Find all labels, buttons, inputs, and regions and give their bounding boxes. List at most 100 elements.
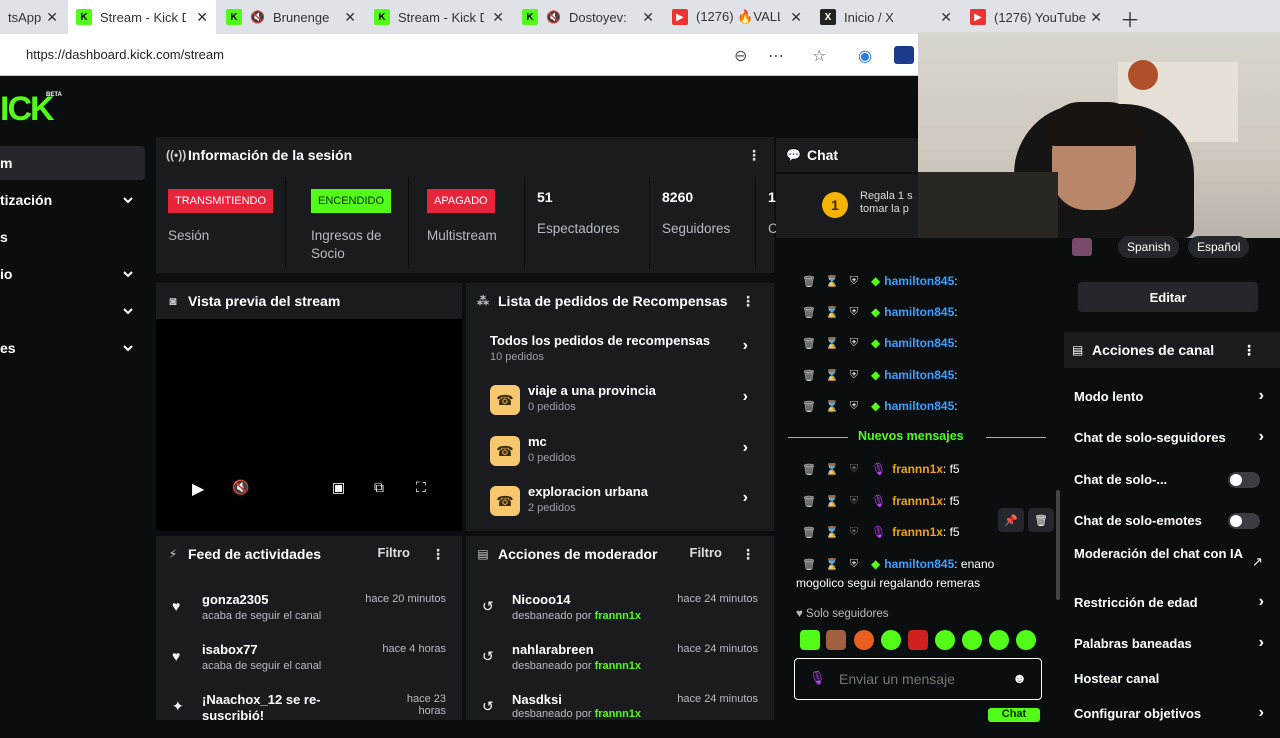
action-followers-only[interactable]: Chat de solo-seguidores › bbox=[1074, 428, 1270, 445]
action-slow-mode[interactable]: Modo lento › bbox=[1074, 387, 1270, 404]
browser-tab[interactable]: ▶ (1276) YouTube ✕ bbox=[962, 0, 1110, 34]
read-aloud-icon[interactable]: ◉ bbox=[858, 46, 872, 66]
reward-item[interactable]: ☎ mc 0 pedidos › bbox=[466, 430, 774, 480]
kebab-menu-icon[interactable]: ⋮ bbox=[741, 546, 755, 563]
kebab-menu-icon[interactable]: ⋮ bbox=[741, 293, 755, 310]
timeout-icon[interactable]: ⌛ bbox=[825, 558, 839, 571]
shield-icon[interactable]: ⛨ bbox=[848, 495, 860, 508]
nav-item-4[interactable]: io bbox=[0, 257, 145, 291]
shield-icon[interactable]: ⛨ bbox=[848, 463, 860, 476]
delete-icon[interactable]: 🗑 bbox=[802, 463, 816, 476]
shield-icon[interactable]: ⛨ bbox=[848, 526, 860, 539]
delete-icon[interactable]: 🗑 bbox=[802, 495, 816, 508]
shield-icon[interactable]: ⛨ bbox=[848, 369, 860, 382]
pin-icon[interactable]: 📌 bbox=[998, 508, 1024, 532]
emote-icon[interactable] bbox=[1016, 630, 1036, 650]
close-tab-icon[interactable]: ✕ bbox=[940, 9, 952, 26]
delete-icon[interactable]: 🗑 bbox=[802, 275, 816, 288]
close-tab-icon[interactable]: ✕ bbox=[344, 9, 356, 26]
chat-input[interactable] bbox=[839, 668, 999, 690]
timeout-icon[interactable]: ⌛ bbox=[825, 495, 839, 508]
nav-item-5[interactable] bbox=[0, 294, 145, 328]
bookmark-star-icon[interactable]: ☆ bbox=[812, 46, 826, 66]
zoom-icon[interactable]: ⊖ bbox=[734, 46, 747, 66]
delete-icon[interactable]: 🗑 bbox=[802, 306, 816, 319]
mute-icon[interactable]: 🔇 bbox=[232, 479, 249, 496]
address-bar[interactable]: https://dashboard.kick.com/stream ⊖ ⋯ ☆ … bbox=[0, 34, 920, 76]
theater-icon[interactable]: ▣ bbox=[332, 479, 345, 496]
nav-item-3[interactable]: s bbox=[0, 220, 145, 254]
emote-icon[interactable] bbox=[800, 630, 820, 650]
nav-item-stream[interactable]: m bbox=[0, 146, 145, 180]
kebab-menu-icon[interactable]: ⋮ bbox=[1242, 342, 1256, 359]
more-icon[interactable]: ⋯ bbox=[768, 46, 784, 66]
timeout-icon[interactable]: ⌛ bbox=[825, 463, 839, 476]
timeout-icon[interactable]: ⌛ bbox=[825, 306, 839, 319]
chat-input-box[interactable]: 🎙 ☻ bbox=[794, 658, 1042, 700]
emote-icon[interactable] bbox=[962, 630, 982, 650]
emote-icon[interactable] bbox=[935, 630, 955, 650]
emote-icon[interactable] bbox=[989, 630, 1009, 650]
browser-tab[interactable]: ▶ (1276) 🔥VALLE ✕ bbox=[664, 0, 810, 34]
action-subs-only[interactable]: Chat de solo-... bbox=[1074, 472, 1270, 488]
emote-icon[interactable] bbox=[881, 630, 901, 650]
delete-icon[interactable]: 🗑 bbox=[802, 337, 816, 350]
url-text[interactable]: https://dashboard.kick.com/stream bbox=[26, 47, 224, 62]
shield-icon[interactable]: ⛨ bbox=[848, 337, 860, 350]
emoji-icon[interactable]: ☻ bbox=[1012, 670, 1027, 686]
shield-icon[interactable]: ⛨ bbox=[848, 558, 860, 571]
timeout-icon[interactable]: ⌛ bbox=[825, 400, 839, 413]
close-tab-icon[interactable]: ✕ bbox=[642, 9, 654, 26]
fullscreen-icon[interactable]: ⛶ bbox=[416, 479, 426, 496]
kebab-menu-icon[interactable]: ⋮ bbox=[431, 546, 445, 563]
timeout-icon[interactable]: ⌛ bbox=[825, 526, 839, 539]
play-icon[interactable]: ▶ bbox=[192, 479, 204, 499]
emote-icon[interactable] bbox=[854, 630, 874, 650]
toggle-switch[interactable] bbox=[1228, 513, 1260, 529]
close-tab-icon[interactable]: ✕ bbox=[196, 9, 208, 26]
rewards-all-row[interactable]: Todos los pedidos de recompensas 10 pedi… bbox=[466, 331, 774, 381]
browser-tab[interactable]: tsApp ✕ bbox=[0, 0, 66, 34]
new-tab-button[interactable]: ＋ bbox=[1120, 4, 1140, 33]
emote-icon[interactable] bbox=[826, 630, 846, 650]
filter-button[interactable]: Filtro bbox=[378, 545, 411, 560]
tag-chip[interactable]: Spanish bbox=[1118, 236, 1180, 258]
shield-icon[interactable]: ⛨ bbox=[848, 400, 860, 413]
close-tab-icon[interactable]: ✕ bbox=[790, 9, 802, 26]
shield-icon[interactable]: ⛨ bbox=[848, 306, 860, 319]
timeout-icon[interactable]: ⌛ bbox=[825, 369, 839, 382]
timeout-icon[interactable]: ⌛ bbox=[825, 337, 839, 350]
nav-item-6[interactable]: es bbox=[0, 331, 145, 365]
browser-tab[interactable]: X Inicio / X ✕ bbox=[812, 0, 960, 34]
kebab-menu-icon[interactable]: ⋮ bbox=[747, 147, 761, 164]
filter-button[interactable]: Filtro bbox=[690, 545, 723, 560]
external-link-icon[interactable]: ↗ bbox=[1252, 554, 1263, 570]
browser-tab-active[interactable]: K Stream - Kick D ✕ bbox=[68, 0, 216, 34]
close-tab-icon[interactable]: ✕ bbox=[46, 9, 58, 26]
action-host-channel[interactable]: Hostear canal bbox=[1074, 671, 1270, 686]
browser-tab[interactable]: K Stream - Kick D ✕ bbox=[366, 0, 512, 34]
delete-icon[interactable]: 🗑 bbox=[802, 526, 816, 539]
kick-logo[interactable]: ICK bbox=[0, 90, 55, 129]
nav-item-monetization[interactable]: tización bbox=[0, 183, 145, 217]
extension-icon[interactable] bbox=[894, 46, 914, 64]
action-banned-words[interactable]: Palabras baneadas › bbox=[1074, 634, 1270, 651]
stream-player[interactable]: ▶ 🔇 ▣ ⧉ ⛶ bbox=[156, 319, 462, 531]
browser-tab[interactable]: K 🔇 Brunenge ✕ bbox=[218, 0, 364, 34]
action-set-goals[interactable]: Configurar objetivos › bbox=[1074, 704, 1270, 721]
reward-item[interactable]: ☎ exploracion urbana 2 pedidos › bbox=[466, 480, 774, 530]
pip-icon[interactable]: ⧉ bbox=[374, 479, 384, 496]
shield-icon[interactable]: ⛨ bbox=[848, 275, 860, 288]
close-tab-icon[interactable]: ✕ bbox=[1090, 9, 1102, 26]
emote-icon[interactable] bbox=[908, 630, 928, 650]
action-age-restriction[interactable]: Restricción de edad › bbox=[1074, 593, 1270, 610]
action-emotes-only[interactable]: Chat de solo-emotes bbox=[1074, 513, 1270, 529]
toggle-switch[interactable] bbox=[1228, 472, 1260, 488]
chat-scrollbar[interactable] bbox=[1056, 490, 1060, 600]
delete-icon[interactable]: 🗑 bbox=[802, 400, 816, 413]
edit-button[interactable]: Editar bbox=[1078, 282, 1258, 312]
emote-bar[interactable] bbox=[796, 628, 1044, 652]
delete-icon[interactable]: 🗑 bbox=[1028, 508, 1054, 532]
timeout-icon[interactable]: ⌛ bbox=[825, 275, 839, 288]
action-ai-moderation[interactable]: Moderación del chat con IA bbox=[1074, 547, 1244, 560]
